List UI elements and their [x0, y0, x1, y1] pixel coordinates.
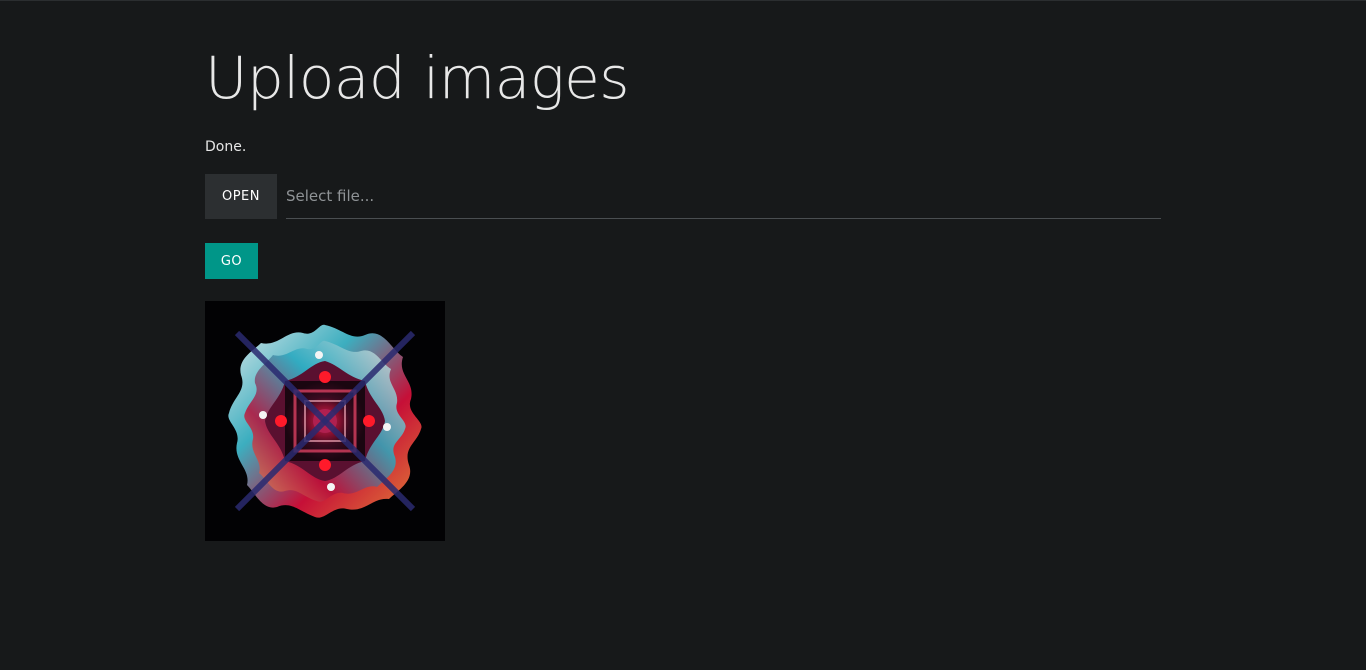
top-border — [0, 0, 1366, 1]
status-text: Done. — [205, 139, 247, 155]
uploaded-image-thumbnail — [205, 301, 445, 541]
file-path-input[interactable] — [286, 174, 1161, 219]
kaleidoscope-image — [205, 301, 445, 541]
open-file-button[interactable]: OPEN — [205, 174, 277, 219]
file-picker: OPEN — [205, 174, 1161, 220]
go-button[interactable]: GO — [205, 243, 258, 279]
page-title: Upload images — [205, 44, 630, 112]
